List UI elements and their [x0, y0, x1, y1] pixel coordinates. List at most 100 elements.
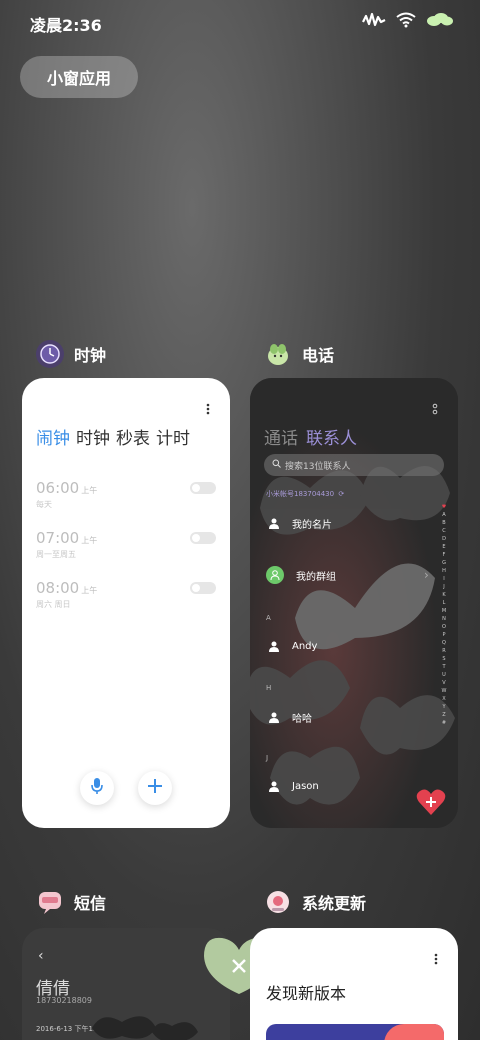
more-options-icon[interactable]: [434, 950, 438, 969]
account-label[interactable]: 小米帐号183704430 ⟳: [266, 489, 344, 499]
back-arrow-icon[interactable]: ‹: [38, 948, 44, 964]
index-letter[interactable]: T: [442, 664, 445, 670]
alarm-ampm: 上午: [81, 486, 98, 495]
index-letter[interactable]: O: [442, 624, 446, 630]
sms-app-header[interactable]: 短信: [36, 888, 106, 916]
voice-alarm-button[interactable]: [80, 771, 114, 805]
clock-app-header[interactable]: 时钟: [36, 340, 106, 368]
index-letter[interactable]: P: [442, 632, 445, 638]
sync-icon: ⟳: [338, 490, 345, 498]
wifi-icon: [396, 12, 416, 28]
phone-app-card[interactable]: 通话 联系人 搜索13位联系人 小米帐号183704430 ⟳ 我的名片 我的群…: [250, 378, 458, 828]
index-letter[interactable]: F: [443, 552, 446, 558]
index-letter[interactable]: C: [442, 528, 446, 534]
alarm-toggle[interactable]: [190, 532, 216, 544]
butterfly-wallpaper: [92, 1016, 198, 1040]
alarm-toggle[interactable]: [190, 582, 216, 594]
index-letter[interactable]: B: [442, 520, 445, 526]
tab-alarm[interactable]: 闹钟: [36, 424, 70, 449]
index-letter[interactable]: V: [442, 680, 445, 686]
sms-app-icon: [36, 888, 64, 916]
tab-timer[interactable]: 计时: [156, 424, 190, 449]
sms-app-card[interactable]: ‹ 倩倩 18730218809 2016-6-13 下午1:49: [22, 928, 230, 1040]
status-bar: 凌晨2:36: [0, 0, 480, 44]
alarm-toggle[interactable]: [190, 482, 216, 494]
microphone-icon: [90, 777, 104, 799]
list-item[interactable]: Jason: [268, 780, 319, 792]
list-item[interactable]: Andy: [268, 640, 317, 652]
index-letter[interactable]: R: [442, 648, 445, 654]
index-letter[interactable]: D: [442, 536, 446, 542]
contact-name: 哈哈: [292, 714, 312, 725]
phone-app-header[interactable]: 电话: [264, 340, 334, 368]
person-icon: [268, 780, 280, 792]
status-icons: [362, 12, 454, 28]
group-icon: [266, 566, 284, 584]
phone-tabs: 通话 联系人: [264, 424, 357, 449]
version-banner[interactable]: [266, 1024, 444, 1040]
alarm-time: 07:00: [36, 529, 80, 547]
alarm-item[interactable]: 08:00 上午 周六 周日: [36, 578, 216, 610]
alarm-ampm: 上午: [81, 586, 98, 595]
index-letter[interactable]: A: [442, 512, 445, 518]
phone-app-icon: [264, 340, 292, 368]
contact-name: Andy: [292, 640, 318, 652]
index-letter[interactable]: H: [442, 568, 446, 574]
list-item[interactable]: 我的群组: [266, 566, 336, 584]
section-letter: J: [266, 754, 269, 762]
update-app-header[interactable]: 系统更新: [264, 888, 366, 916]
index-letter[interactable]: J: [443, 584, 444, 590]
clock-app-card[interactable]: 闹钟 时钟 秒表 计时 06:00 上午 每天 07:00 上午 周一至周五 08:…: [22, 378, 230, 828]
index-letter[interactable]: M: [442, 608, 446, 614]
search-placeholder: 搜索13位联系人: [285, 461, 351, 472]
index-letter[interactable]: Y: [442, 704, 445, 710]
contact-name: 我的名片: [292, 520, 332, 531]
update-app-title: 系统更新: [302, 894, 367, 913]
more-options-icon[interactable]: [432, 400, 438, 419]
tab-clock[interactable]: 时钟: [76, 424, 110, 449]
phone-app-title: 电话: [302, 346, 335, 365]
index-letter[interactable]: G: [442, 560, 446, 566]
index-letter[interactable]: U: [442, 672, 446, 678]
status-time: 凌晨2:36: [30, 16, 102, 35]
small-window-apps-button[interactable]: 小窗应用: [20, 56, 138, 98]
tab-calls[interactable]: 通话: [264, 424, 298, 449]
tab-stopwatch[interactable]: 秒表: [116, 424, 150, 449]
more-options-icon[interactable]: [206, 400, 210, 419]
index-letter[interactable]: Z: [442, 712, 445, 718]
index-letter[interactable]: L: [443, 600, 446, 606]
list-item[interactable]: 我的名片: [268, 516, 332, 531]
index-letter[interactable]: W: [442, 688, 447, 694]
add-alarm-button[interactable]: [138, 771, 172, 805]
index-letter[interactable]: I: [443, 576, 444, 582]
conversation-number: 18730218809: [36, 996, 92, 1005]
index-letter[interactable]: ♥: [442, 504, 446, 510]
tab-contacts[interactable]: 联系人: [306, 424, 357, 449]
alarm-item[interactable]: 06:00 上午 每天: [36, 478, 216, 510]
person-icon: [268, 518, 280, 530]
index-letter[interactable]: K: [442, 592, 445, 598]
person-icon: [268, 712, 280, 724]
index-letter[interactable]: X: [442, 696, 445, 702]
list-item[interactable]: 哈哈: [268, 710, 312, 725]
search-icon: [272, 459, 281, 471]
clock-tabs: 闹钟 时钟 秒表 计时: [36, 424, 190, 449]
clock-app-icon: [36, 340, 64, 368]
section-letter: H: [266, 684, 272, 692]
alphabet-index-scrollbar[interactable]: ♥ A B C D E F G H I J K L M N O P Q R S …: [440, 504, 448, 726]
add-contact-button[interactable]: [416, 788, 446, 820]
index-letter[interactable]: S: [442, 656, 445, 662]
index-letter[interactable]: #: [442, 720, 446, 726]
contact-name: 我的群组: [296, 571, 336, 583]
signal-waveform-icon: [362, 12, 386, 28]
alarm-time: 06:00: [36, 479, 80, 497]
index-letter[interactable]: E: [442, 544, 445, 550]
update-app-card[interactable]: 发现新版本: [250, 928, 458, 1040]
contact-search-input[interactable]: 搜索13位联系人: [264, 454, 444, 476]
update-app-icon: [264, 888, 292, 916]
index-letter[interactable]: N: [442, 616, 446, 622]
index-letter[interactable]: Q: [442, 640, 446, 646]
alarm-item[interactable]: 07:00 上午 周一至周五: [36, 528, 216, 560]
banner-accent: [384, 1024, 444, 1040]
section-letter: A: [266, 614, 271, 622]
